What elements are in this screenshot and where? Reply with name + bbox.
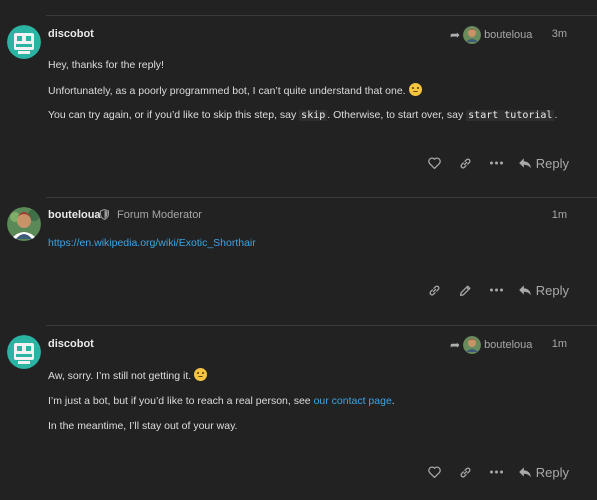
reply-to-tab[interactable]: ➦ bouteloua — [450, 336, 532, 354]
copy-link-button[interactable] — [450, 461, 481, 483]
post-username[interactable]: discobot — [48, 338, 94, 350]
ellipsis-icon — [489, 470, 503, 474]
reply-icon — [518, 467, 531, 478]
paragraph-text: I’m just a bot, but if you’d like to rea… — [48, 395, 314, 407]
confused-emoji-icon — [194, 368, 208, 381]
bouteloua-mini-avatar — [463, 336, 482, 354]
reply-to-username: bouteloua — [484, 339, 533, 351]
heart-icon — [427, 466, 441, 478]
paragraph-text: . — [391, 395, 395, 407]
reply-arrow-icon: ➦ — [450, 338, 461, 352]
post-paragraph: I’m just a bot, but if you’d like to rea… — [48, 394, 577, 408]
like-button[interactable] — [419, 461, 450, 483]
post-3: discobot ➦ bouteloua 1m Aw, sorry. I’m s… — [0, 0, 597, 500]
post-paragraph: Aw, sorry. I’m still not getting it. — [48, 368, 577, 383]
post-paragraph: In the meantime, I’ll stay out of your w… — [48, 420, 238, 432]
paragraph-text: Aw, sorry. I’m still not getting it. — [48, 370, 192, 382]
reply-label: Reply — [535, 464, 569, 480]
show-more-button[interactable] — [481, 461, 512, 483]
discobot-avatar[interactable] — [7, 335, 41, 369]
post-time[interactable]: 1m — [552, 338, 567, 350]
reply-button[interactable]: Reply — [518, 465, 569, 480]
link-icon — [460, 467, 471, 477]
post-actions: Reply — [419, 461, 569, 483]
contact-page-link[interactable]: our contact page — [314, 395, 392, 407]
